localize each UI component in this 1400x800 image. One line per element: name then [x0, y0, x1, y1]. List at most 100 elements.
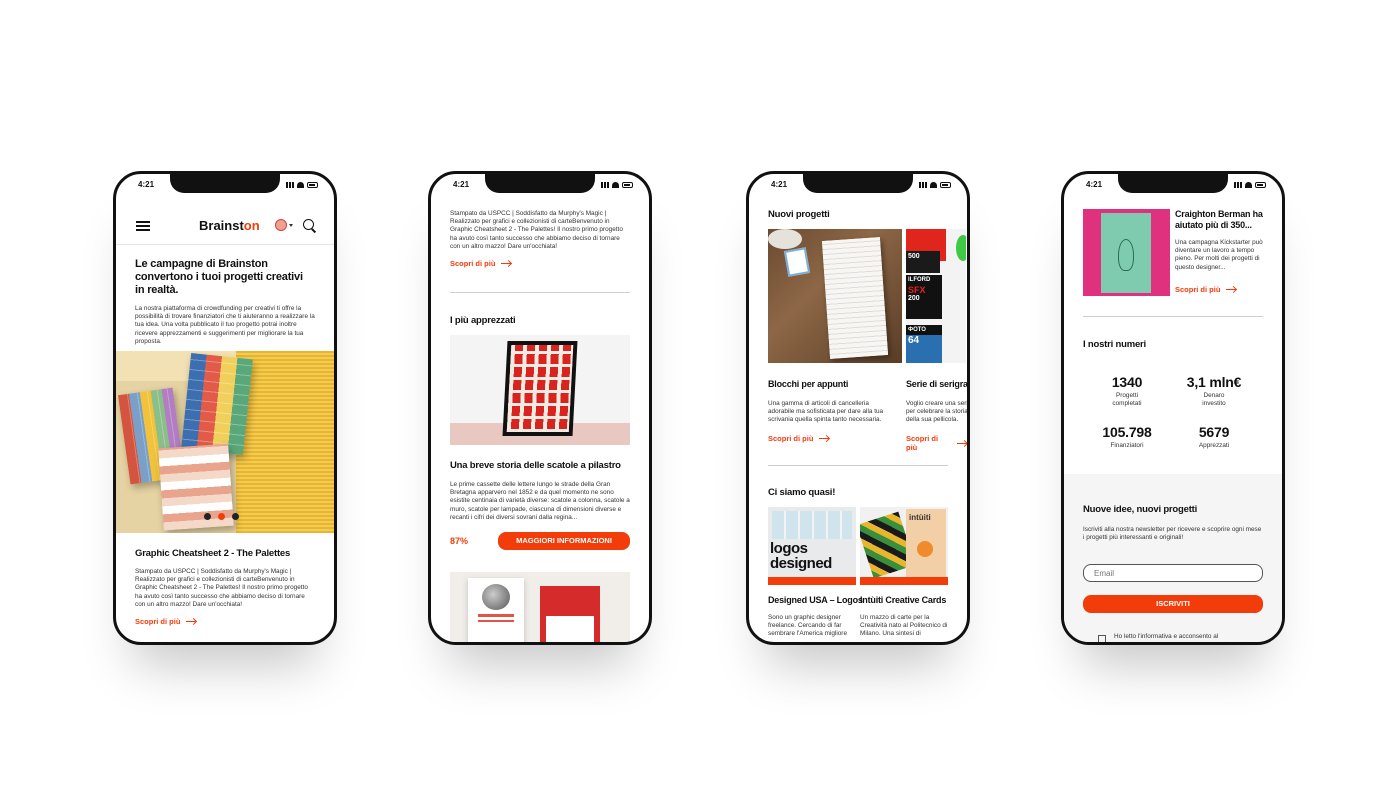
item-title: Blocchi per appunti	[768, 379, 849, 389]
brand-prefix: Brainst	[199, 218, 244, 233]
item-title: Designed USA – Logos	[768, 595, 863, 605]
carousel-dot[interactable]	[204, 513, 211, 520]
brand-suffix: on	[243, 218, 260, 233]
film-label: ILFORD	[908, 277, 931, 283]
status-time: 4:21	[453, 180, 470, 189]
battery-icon	[307, 182, 318, 188]
stat-money: 3,1 mln€ Denaro investito	[1176, 374, 1252, 408]
email-input[interactable]	[1083, 564, 1263, 582]
signal-icon	[601, 182, 609, 188]
header-divider	[116, 244, 334, 245]
stat-likes: 5679 Apprezzati	[1176, 424, 1252, 450]
subscribe-button[interactable]: ISCRIVITI	[1083, 595, 1263, 613]
carousel-dot-active[interactable]	[218, 513, 225, 520]
stat-label: Denaro investito	[1202, 392, 1226, 408]
stat-value: 3,1 mln€	[1186, 374, 1242, 390]
consent-text: Ho letto l'informativa e acconsento al	[1114, 633, 1219, 640]
section-divider	[768, 465, 948, 466]
wifi-icon	[297, 182, 304, 188]
status-bar: 4:21	[1064, 180, 1282, 192]
intro-block: Stampato da USPCC | Soddisfatto da Murph…	[450, 210, 630, 268]
film-image[interactable]: 500 ILFORD SFX 200 ФОТО 64	[906, 229, 966, 363]
hamburger-icon[interactable]	[136, 221, 150, 231]
stat-value: 1340	[1111, 374, 1143, 390]
status-bar: 4:21	[431, 180, 649, 192]
newsletter-text: Iscriviti alla nostra newsletter per ric…	[1083, 526, 1262, 542]
logos-text: logos designed	[770, 540, 832, 572]
phone-home: 4:21 Brainston Le campagne di Brainston …	[113, 171, 337, 645]
item-title: Intùiti Creative Cards	[860, 595, 947, 605]
section-title: Ci siamo quasi!	[768, 487, 836, 498]
hero-section: Le campagne di Brainston convertono i tu…	[135, 258, 315, 346]
phone-new-projects: 4:21 Nuovi progetti 500 ILFORD SFX 200 Ф…	[746, 171, 970, 645]
search-icon[interactable]	[303, 219, 317, 233]
phone-numbers: 4:21 Craighton Berman ha aiutato più di …	[1061, 171, 1285, 645]
funding-percent: 87%	[450, 536, 469, 546]
item-text: Un mazzo di carte per la Creatività nato…	[860, 614, 948, 638]
poster-image[interactable]	[450, 335, 630, 445]
battery-icon	[1255, 182, 1266, 188]
signal-icon	[1234, 182, 1242, 188]
discover-label: Scopri di più	[450, 259, 496, 269]
cards-image[interactable]: intùiti	[860, 507, 948, 585]
discover-link[interactable]: Scopri di più	[450, 259, 630, 268]
notepad-image[interactable]	[768, 229, 902, 363]
arrow-right-icon	[1226, 289, 1237, 290]
card-title: Craighton Berman ha aiutato più di 350..…	[1175, 209, 1263, 230]
arrow-right-icon	[957, 442, 967, 444]
card-text: Le prime cassette delle lettere lungo le…	[450, 481, 630, 521]
hero-image	[116, 351, 334, 533]
avatar[interactable]	[275, 219, 287, 231]
newsletter-section: Nuove idee, nuovi progetti Iscriviti all…	[1064, 474, 1282, 642]
film-label: ФОТО	[906, 325, 942, 335]
arrow-right-icon	[186, 621, 197, 623]
status-time: 4:21	[1086, 180, 1103, 189]
card-text: Stampato da USPCC | Soddisfatto da Murph…	[135, 568, 308, 608]
signal-icon	[286, 182, 294, 188]
project-card: Graphic Cheatsheet 2 - The Palettes Stam…	[135, 548, 315, 626]
item-text: Voglio creare una serie per celebrare la…	[906, 400, 967, 424]
card-title: Una breve storia delle scatole a pilastr…	[450, 460, 621, 471]
status-bar: 4:21	[116, 180, 334, 192]
intro-text: Stampato da USPCC | Soddisfatto da Murph…	[450, 210, 623, 250]
item-text: Una gamma di articoli di cancelleria ado…	[768, 400, 884, 424]
discover-link[interactable]: Scopri di più	[768, 434, 830, 443]
book-image[interactable]	[450, 572, 630, 642]
hero-text: La nostra piattaforma di crowdfunding pe…	[135, 305, 315, 345]
more-info-button[interactable]: MAGGIORI INFORMAZIONI	[498, 532, 630, 550]
discover-label: Scopri di più	[768, 434, 814, 443]
wifi-icon	[1245, 182, 1252, 188]
discover-label: Scopri di più	[1175, 285, 1221, 294]
brand-logo[interactable]: Brainston	[199, 218, 260, 233]
stat-projects: 1340 Progetti completati	[1094, 374, 1160, 408]
carousel-dots[interactable]	[204, 513, 239, 520]
hero-title: Le campagne di Brainston convertono i tu…	[135, 258, 303, 296]
arrow-right-icon	[501, 263, 512, 265]
discover-link[interactable]: Scopri di più	[906, 434, 967, 452]
book-thumbnail[interactable]	[1083, 209, 1170, 296]
stat-value: 105.798	[1102, 424, 1152, 440]
card-title: Graphic Cheatsheet 2 - The Palettes	[135, 548, 291, 559]
wifi-icon	[612, 182, 619, 188]
card-text: Una campagna Kickstarter può diventare u…	[1175, 239, 1263, 271]
section-title: I nostri numeri	[1083, 339, 1146, 350]
discover-link[interactable]: Scopri di più	[1175, 285, 1237, 294]
consent-checkbox[interactable]	[1098, 635, 1106, 642]
carousel-dot[interactable]	[232, 513, 239, 520]
stat-label: Finanziatori	[1110, 442, 1144, 449]
battery-icon	[940, 182, 951, 188]
section-title: I più apprezzati	[450, 315, 516, 326]
film-label: SFX	[908, 285, 926, 295]
status-time: 4:21	[138, 180, 155, 189]
chevron-down-icon[interactable]	[289, 224, 293, 227]
arrow-right-icon	[819, 438, 830, 439]
logos-image[interactable]: logos designed	[768, 507, 856, 585]
film-label: 64	[908, 335, 920, 346]
item-title: Serie di serigrafie	[906, 379, 967, 389]
discover-link[interactable]: Scopri di più	[135, 617, 315, 626]
section-divider	[1083, 316, 1263, 317]
wifi-icon	[930, 182, 937, 188]
status-bar: 4:21	[749, 180, 967, 192]
discover-label: Scopri di più	[135, 617, 181, 627]
section-divider	[450, 292, 630, 293]
